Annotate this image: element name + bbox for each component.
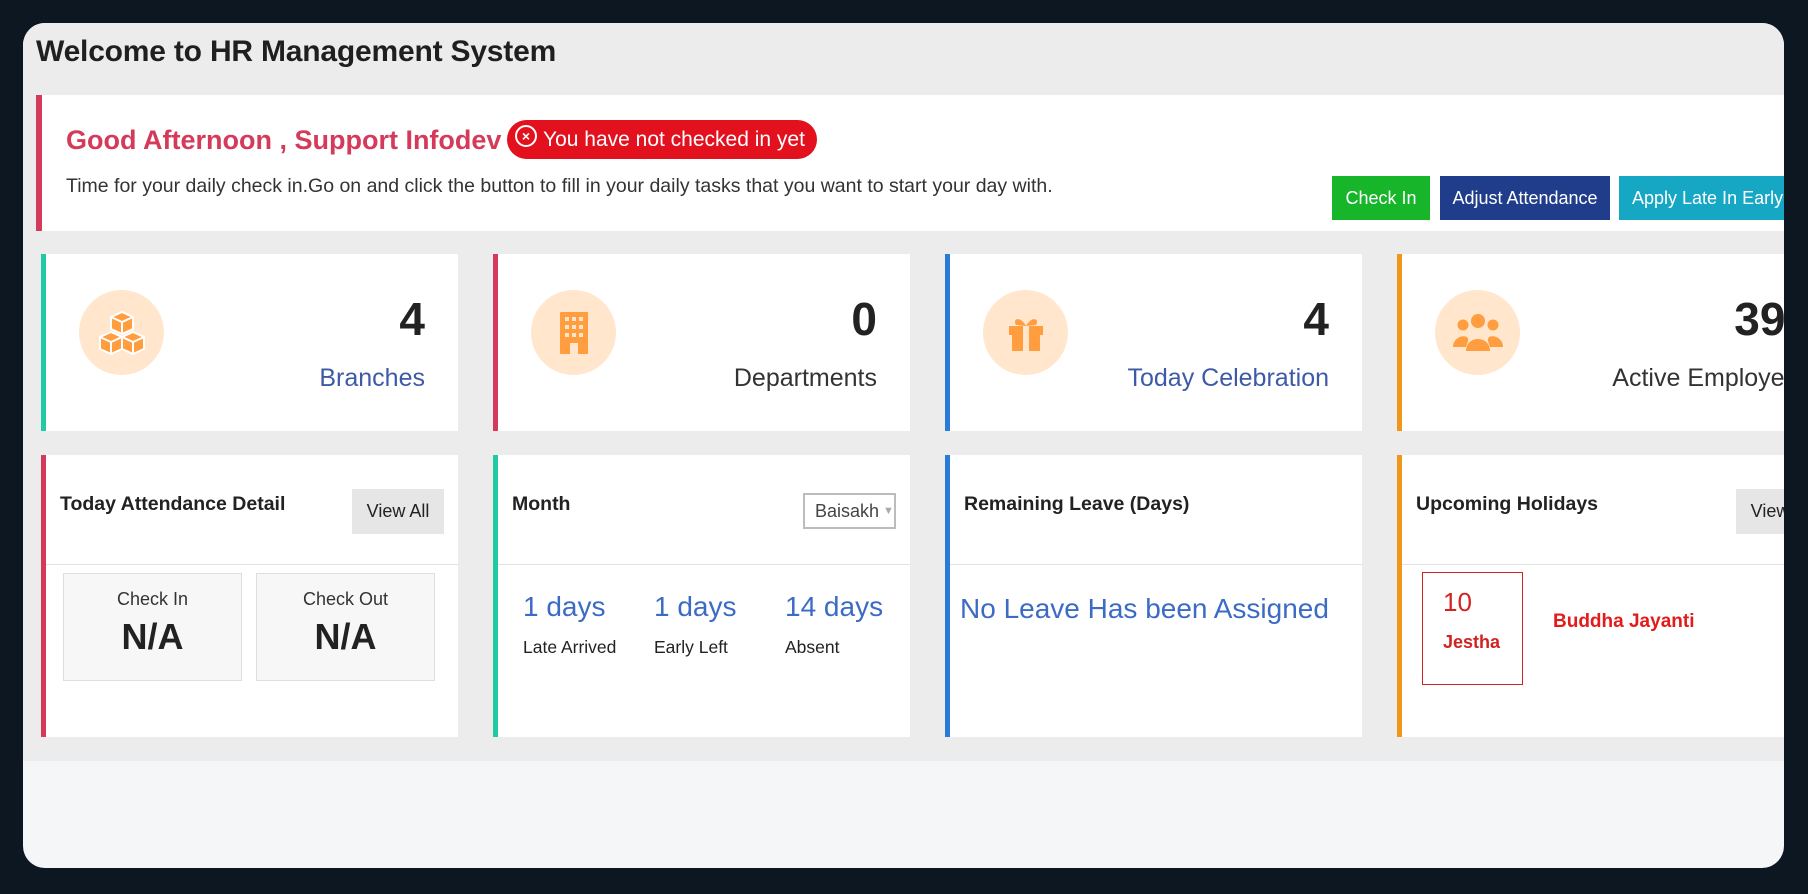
holiday-month: Jestha — [1443, 632, 1501, 652]
apply-late-in-early-out-button[interactable]: Apply Late In Early Out — [1619, 176, 1784, 220]
panel-header: Upcoming Holidays View All — [1402, 455, 1784, 565]
caret-down-icon: ▼ — [883, 505, 894, 517]
app-frame: Welcome to HR Management System Good Aft… — [23, 23, 1784, 868]
no-leave-message: No Leave Has been Assigned — [960, 593, 1329, 624]
early-left-label: Early Left — [654, 637, 728, 657]
absent-metric: 14 days Absent — [785, 591, 883, 658]
check-out-label: Check Out — [302, 589, 389, 609]
cubes-icon — [79, 290, 164, 375]
month-panel: Month Baisakh ▼ 1 days Late Arrived 1 da… — [493, 455, 910, 737]
check-in-value: N/A — [121, 616, 184, 657]
early-left-value: 1 days — [654, 591, 737, 622]
active-employees-label: Active Employees — [1612, 364, 1784, 392]
check-out-value: N/A — [314, 616, 377, 657]
stat-card-active-employees[interactable]: 398 Active Employees — [1397, 254, 1784, 431]
absent-label: Absent — [785, 637, 840, 657]
view-all-button[interactable]: View All — [1736, 489, 1784, 534]
upcoming-holidays-panel: Upcoming Holidays View All 10 Jestha Bud… — [1397, 455, 1784, 737]
panel-title: Today Attendance Detail — [60, 493, 286, 515]
today-attendance-panel: Today Attendance Detail View All Check I… — [41, 455, 458, 737]
dashboard-content: Welcome to HR Management System Good Aft… — [23, 23, 1784, 761]
holiday-day: 10 — [1443, 587, 1472, 617]
stat-card-today-celebration[interactable]: 4 Today Celebration — [945, 254, 1362, 431]
greeting-banner: Good Afternoon , Support Infodev ! × You… — [36, 95, 1784, 231]
branches-count: 4 — [399, 293, 425, 345]
holiday-name: Buddha Jayanti — [1553, 611, 1695, 632]
branches-label: Branches — [319, 364, 425, 392]
panel-title: Upcoming Holidays — [1416, 493, 1599, 515]
checkin-status-badge: × You have not checked in yet — [507, 120, 817, 159]
adjust-attendance-button[interactable]: Adjust Attendance — [1440, 176, 1610, 220]
departments-label: Departments — [733, 364, 877, 392]
gift-icon — [983, 290, 1068, 375]
panel-header: Today Attendance Detail View All — [46, 455, 458, 565]
active-employees-count: 398 — [1734, 293, 1784, 345]
greeting-title: Good Afternoon , Support Infodev ! — [66, 125, 518, 155]
page-title: Welcome to HR Management System — [36, 35, 557, 68]
close-circle-icon: × — [515, 124, 537, 147]
late-arrived-metric: 1 days Late Arrived — [523, 591, 616, 658]
today-celebration-label: Today Celebration — [1127, 364, 1329, 392]
checkin-status-text: You have not checked in yet — [543, 128, 805, 151]
greeting-description: Time for your daily check in.Go on and c… — [66, 175, 1053, 197]
check-in-label: Check In — [116, 589, 189, 609]
panel-title: Month — [512, 493, 571, 515]
check-in-button[interactable]: Check In — [1332, 176, 1430, 220]
view-all-button[interactable]: View All — [352, 489, 444, 534]
stat-card-departments[interactable]: 0 Departments — [493, 254, 910, 431]
absent-value: 14 days — [785, 591, 884, 622]
panel-header: Remaining Leave (Days) — [950, 455, 1362, 565]
remaining-leave-panel: Remaining Leave (Days) No Leave Has been… — [945, 455, 1362, 737]
panel-header: Month Baisakh ▼ — [498, 455, 910, 565]
month-select[interactable]: Baisakh ▼ — [803, 493, 896, 529]
departments-count: 0 — [851, 293, 877, 345]
stat-card-branches[interactable]: 4 Branches — [41, 254, 458, 431]
check-out-box: Check Out N/A — [256, 573, 435, 681]
late-arrived-value: 1 days — [523, 591, 606, 622]
month-select-value: Baisakh — [815, 500, 880, 521]
check-in-box: Check In N/A — [63, 573, 242, 681]
late-arrived-label: Late Arrived — [523, 637, 617, 657]
users-icon — [1435, 290, 1520, 375]
today-celebration-count: 4 — [1303, 293, 1329, 345]
panel-title: Remaining Leave (Days) — [964, 493, 1190, 515]
holiday-date-box: 10 Jestha — [1422, 572, 1523, 685]
building-icon — [531, 290, 616, 375]
early-left-metric: 1 days Early Left — [654, 591, 737, 658]
